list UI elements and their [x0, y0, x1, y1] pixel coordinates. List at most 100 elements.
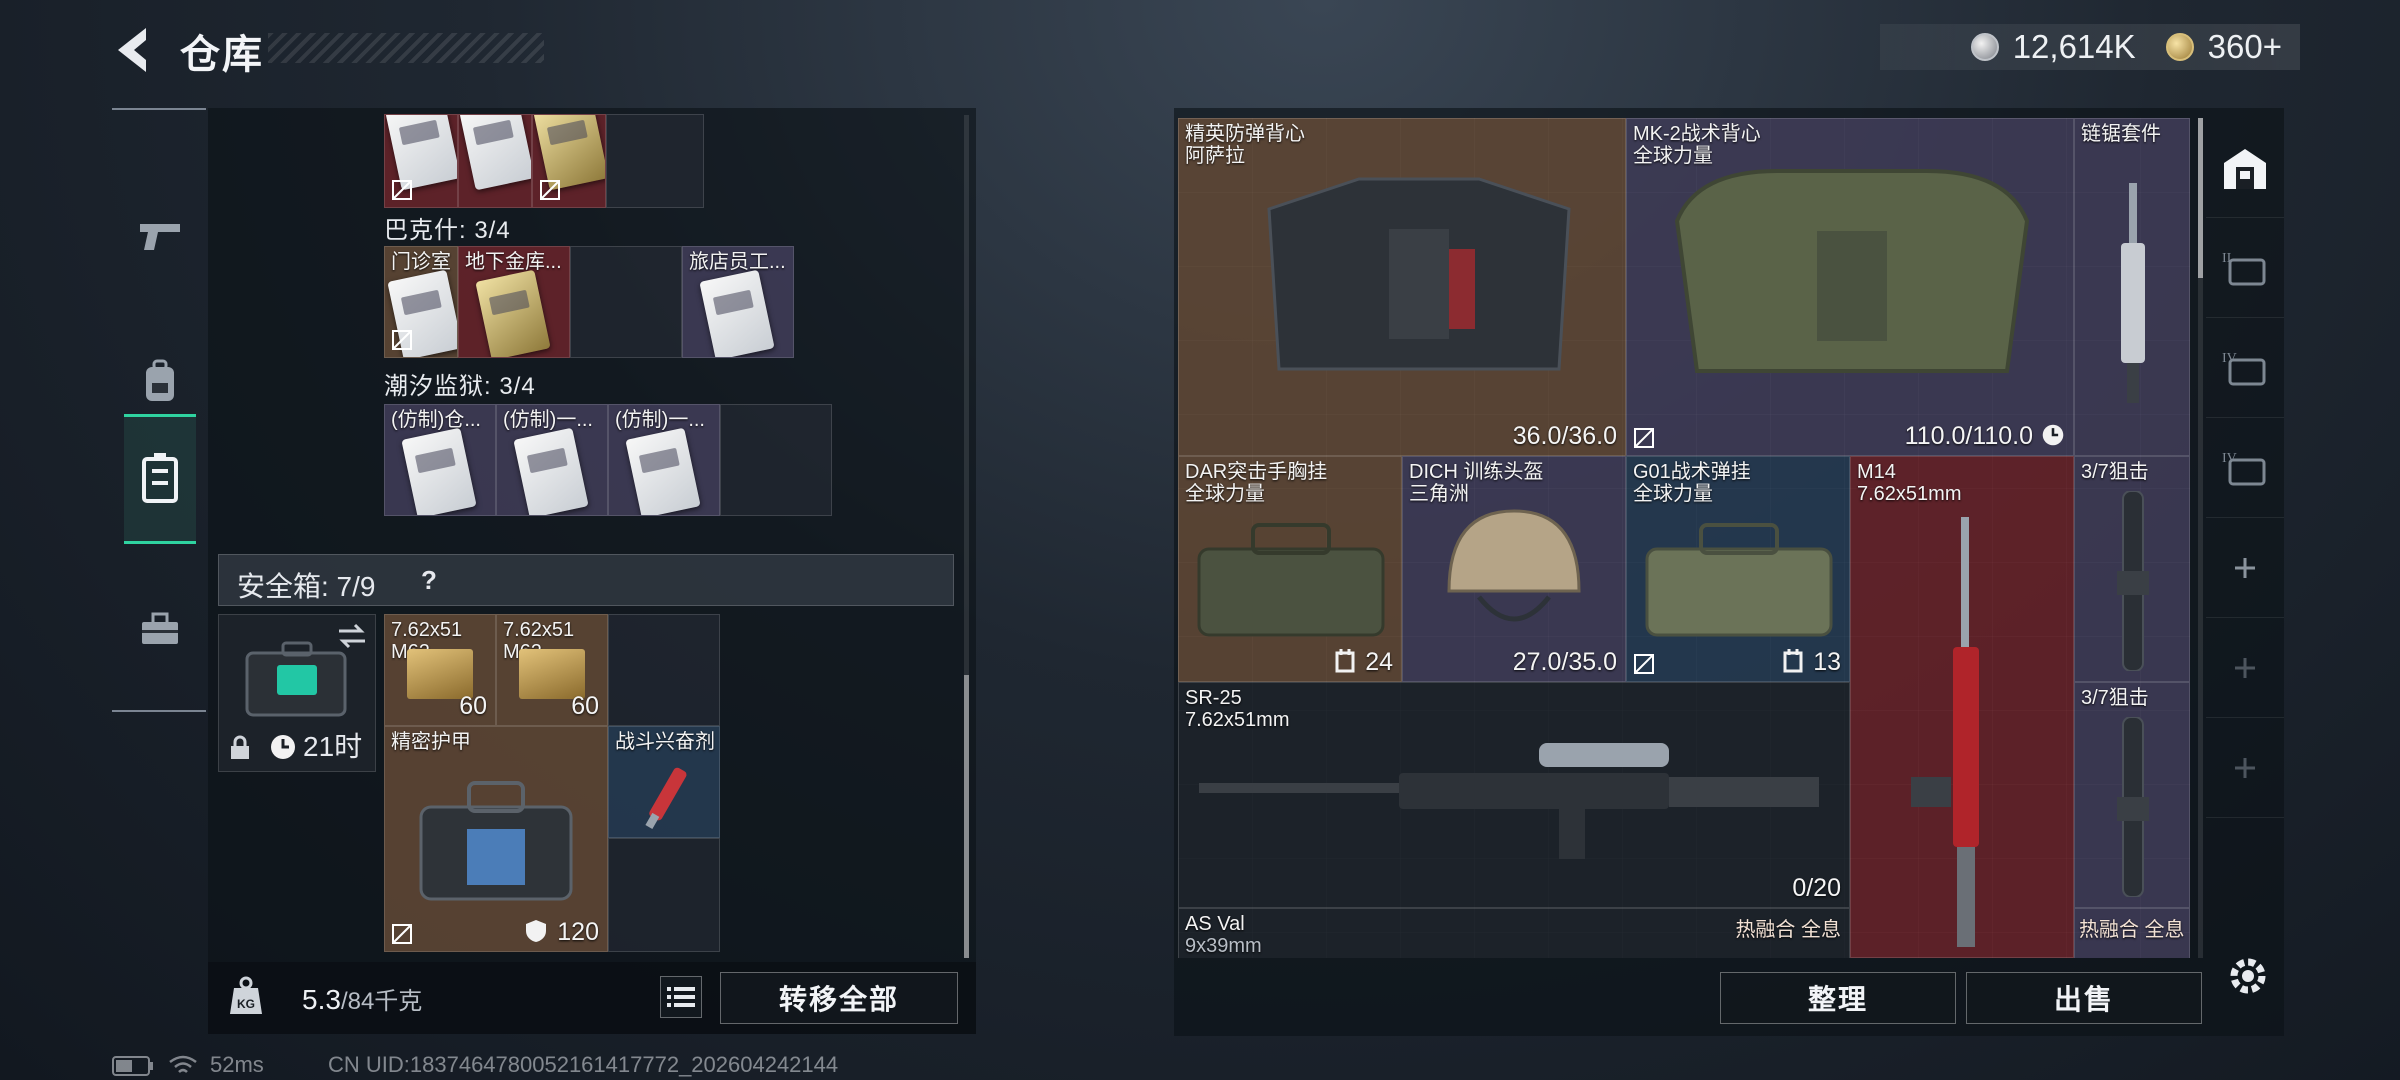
sell-button[interactable]: 出售 — [1966, 972, 2202, 1024]
rifle-icon — [1199, 743, 1819, 859]
storage-iv-icon: IV — [2222, 351, 2266, 385]
helmet-icon — [1447, 509, 1581, 622]
page-title: 仓库 — [180, 33, 264, 77]
safe-case-icon — [245, 641, 347, 717]
tab-storage-4b[interactable]: IV — [2206, 418, 2284, 518]
tab-add[interactable] — [2206, 618, 2284, 718]
tab-warehouse[interactable] — [2206, 118, 2284, 218]
storage-ii-icon: II — [2222, 251, 2266, 285]
safebox-container[interactable]: 21时 — [218, 614, 376, 772]
no-transfer-icon — [392, 180, 412, 200]
scope-icon — [2117, 491, 2149, 671]
toolbox-icon — [142, 612, 178, 644]
list-view-button[interactable] — [660, 976, 702, 1018]
sidebar-item-storage[interactable] — [124, 414, 196, 544]
lock-icon — [231, 735, 249, 759]
item-m14-rifle[interactable]: M14 7.62x51mm — [1850, 456, 2074, 958]
wifi-icon — [169, 1055, 197, 1073]
section-title: 巴克什: 3/4 — [384, 217, 511, 244]
no-transfer-icon — [1634, 428, 1654, 448]
tab-storage-4[interactable]: IV — [2206, 318, 2284, 418]
keycard-slot[interactable]: (仿制)一... — [608, 404, 720, 516]
safebox-timer: 21时 — [303, 731, 363, 762]
item-chainsaw-kit[interactable]: 链锯套件 — [2074, 118, 2190, 456]
keycard-icon — [459, 115, 531, 191]
user-uid: CN UID:1837464780052161417772_2026042421… — [328, 1052, 839, 1077]
svg-text:KG: KG — [237, 997, 255, 1011]
tab-storage-2[interactable]: II — [2206, 218, 2284, 318]
inventory-scroll-thumb[interactable] — [2198, 118, 2203, 278]
ammo-box-slot[interactable]: 7.62x51 M62 60 — [384, 614, 496, 726]
empty-slot[interactable] — [720, 404, 832, 516]
empty-slot[interactable] — [608, 614, 720, 726]
plus-icon — [2235, 757, 2255, 778]
item-mk2-vest[interactable]: MK-2战术背心 全球力量 110.0/110.0 — [1626, 118, 2074, 456]
warehouse-icon — [2224, 148, 2266, 189]
gear-icon[interactable] — [2224, 952, 2272, 1000]
keycard-slot[interactable] — [384, 114, 458, 208]
safebox-title: 安全箱: 7/9 — [237, 571, 376, 602]
no-transfer-icon — [540, 180, 560, 200]
empty-slot[interactable] — [570, 246, 682, 358]
back-button[interactable] — [110, 22, 160, 78]
help-button[interactable]: ? — [421, 565, 437, 596]
item-sniper-scope[interactable]: 3/7狙击 — [2074, 456, 2190, 682]
keycard-slot[interactable]: (仿制)一... — [496, 404, 608, 516]
empty-slot[interactable] — [606, 114, 704, 208]
capacity-icon — [1783, 649, 1803, 673]
keycard-icon — [513, 427, 589, 515]
clock-icon — [2042, 424, 2064, 446]
keycard-slot[interactable]: 地下金库... — [458, 246, 570, 358]
keycard-icon — [401, 427, 477, 515]
no-transfer-icon — [392, 330, 412, 350]
tab-add[interactable] — [2206, 718, 2284, 818]
swap-icon — [339, 623, 365, 649]
ammo-box-slot[interactable]: 7.62x51 M62 60 — [496, 614, 608, 726]
ping-readout: 52ms — [210, 1052, 264, 1077]
keycard-slot[interactable]: (仿制)仓... — [384, 404, 496, 516]
empty-slot[interactable] — [608, 838, 720, 952]
item-g01-rig[interactable]: G01战术弹挂 全球力量 13 — [1626, 456, 1850, 682]
weight-readout: 5.3/84千克 — [302, 981, 422, 1016]
armor-plate-slot[interactable]: 精密护甲 120 — [384, 726, 608, 952]
item-attachment[interactable]: 热融合 全息 — [2074, 908, 2190, 958]
item-as-val-rifle[interactable]: AS Val 9x39mm 热融合 全息 — [1178, 908, 1850, 958]
keycard-icon — [699, 269, 775, 357]
keycard-slot[interactable] — [532, 114, 606, 208]
keycard-slot[interactable] — [458, 114, 532, 208]
attachment-label: 热融合 全息 — [2079, 919, 2185, 941]
weight-capacity: /84千克 — [340, 988, 423, 1015]
item-dich-helmet[interactable]: DICH 训练头盔 三角洲 27.0/35.0 — [1402, 456, 1626, 682]
sidebar-item-weapons[interactable] — [124, 170, 196, 300]
silver-coin-icon — [1970, 33, 1999, 61]
tab-add[interactable] — [2206, 518, 2284, 618]
category-sidebar — [112, 108, 206, 712]
keycard-slot[interactable]: 门诊室 — [384, 246, 458, 358]
plus-icon — [2235, 557, 2255, 578]
item-dar-chest-rig[interactable]: DAR突击手胸挂 全球力量 24 — [1178, 456, 1402, 682]
capacity-icon — [1335, 649, 1355, 673]
sort-button[interactable]: 整理 — [1720, 972, 1956, 1024]
chainsaw-icon — [2121, 183, 2145, 403]
item-sniper-scope[interactable]: 3/7狙击 — [2074, 682, 2190, 908]
armor-bag-icon — [419, 781, 573, 901]
container-tabs: II IV IV — [2206, 118, 2284, 918]
stimulant-slot[interactable]: 战斗兴奋剂 — [608, 726, 720, 838]
item-elite-vest[interactable]: 精英防弹背心 阿萨拉 36.0/36.0 — [1178, 118, 1626, 456]
rifle-icon — [1911, 517, 1979, 947]
gold-coin-icon — [2165, 33, 2194, 61]
no-transfer-icon — [392, 924, 412, 944]
shield-icon — [526, 920, 546, 942]
keycard-icon — [625, 427, 701, 515]
keycard-slot[interactable]: 旅店员工... — [682, 246, 794, 358]
storage-scroll-thumb[interactable] — [964, 675, 969, 958]
clock-icon — [271, 735, 295, 759]
transfer-all-button[interactable]: 转移全部 — [720, 972, 958, 1024]
weight-value: 5.3 — [302, 984, 341, 1015]
scope-icon — [2117, 717, 2149, 897]
vest-icon — [1267, 177, 1571, 371]
back-arrow-icon — [118, 28, 146, 72]
battery-icon — [112, 1056, 153, 1076]
item-sr25-rifle[interactable]: SR-25 7.62x51mm 0/20 — [1178, 682, 1850, 908]
sidebar-item-toolbox[interactable] — [124, 564, 196, 694]
